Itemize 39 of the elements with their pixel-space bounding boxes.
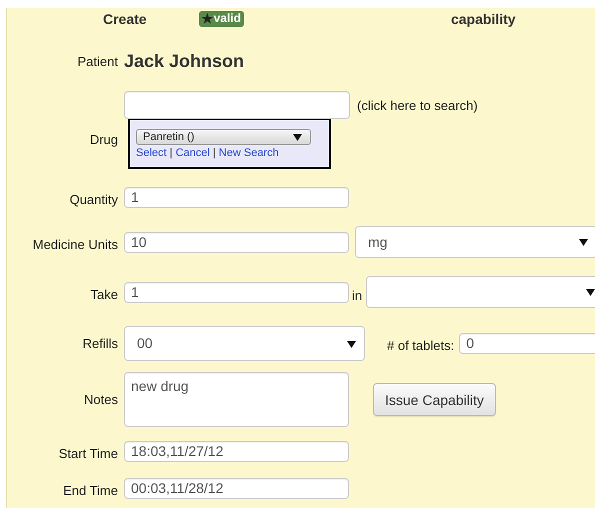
separator-text: | — [168, 147, 174, 159]
field-label: Start Time — [58, 446, 118, 462]
field-label: Medicine Units — [32, 237, 118, 253]
title-text: Create — [103, 11, 147, 27]
field-label: Quantity — [68, 192, 118, 208]
issue-capability-button[interactable]: Issue Capability — [373, 383, 496, 416]
refills-select[interactable]: 00 — [124, 326, 365, 361]
drug-select[interactable]: Panretin () — [136, 129, 311, 145]
text-field[interactable]: 10 — [124, 232, 349, 253]
star-icon: ★ — [202, 12, 214, 25]
drug-search-field[interactable] — [124, 91, 350, 119]
joiner-text: in — [352, 288, 362, 303]
caret-icon — [579, 239, 588, 246]
valid-badge: ★valid — [198, 11, 244, 27]
tablets-label: # of tablets: — [387, 338, 454, 353]
text-field[interactable]: 00:03,11/28/12 — [124, 478, 349, 499]
caret-icon — [586, 289, 595, 296]
text-field[interactable]: 18:03,11/27/12 — [124, 441, 349, 462]
unit-select[interactable]: mg — [355, 226, 595, 258]
field-label: Refills — [82, 336, 118, 352]
popup-link[interactable]: New Search — [218, 147, 279, 159]
text-field[interactable]: 1 — [124, 187, 349, 208]
popup-link[interactable]: Cancel — [176, 147, 210, 159]
notes-field[interactable]: new drug — [124, 372, 349, 427]
popup-link[interactable]: Select — [136, 147, 167, 159]
field-label: End Time — [62, 483, 118, 499]
text-field[interactable]: 0 — [459, 333, 595, 354]
field-label: Take — [90, 287, 118, 303]
caret-icon — [347, 340, 356, 348]
text-field[interactable]: 1 — [124, 282, 349, 303]
field-label: Notes — [83, 392, 118, 408]
search-hint: (click here to search) — [357, 98, 478, 112]
field-label: Drug — [88, 132, 118, 148]
patient-name: Jack Johnson — [124, 51, 246, 72]
caret-icon — [293, 134, 302, 141]
title-text: capability — [450, 11, 516, 27]
field-label: Patient — [76, 54, 118, 70]
separator-text: | — [212, 147, 217, 159]
period-select[interactable] — [366, 276, 595, 308]
